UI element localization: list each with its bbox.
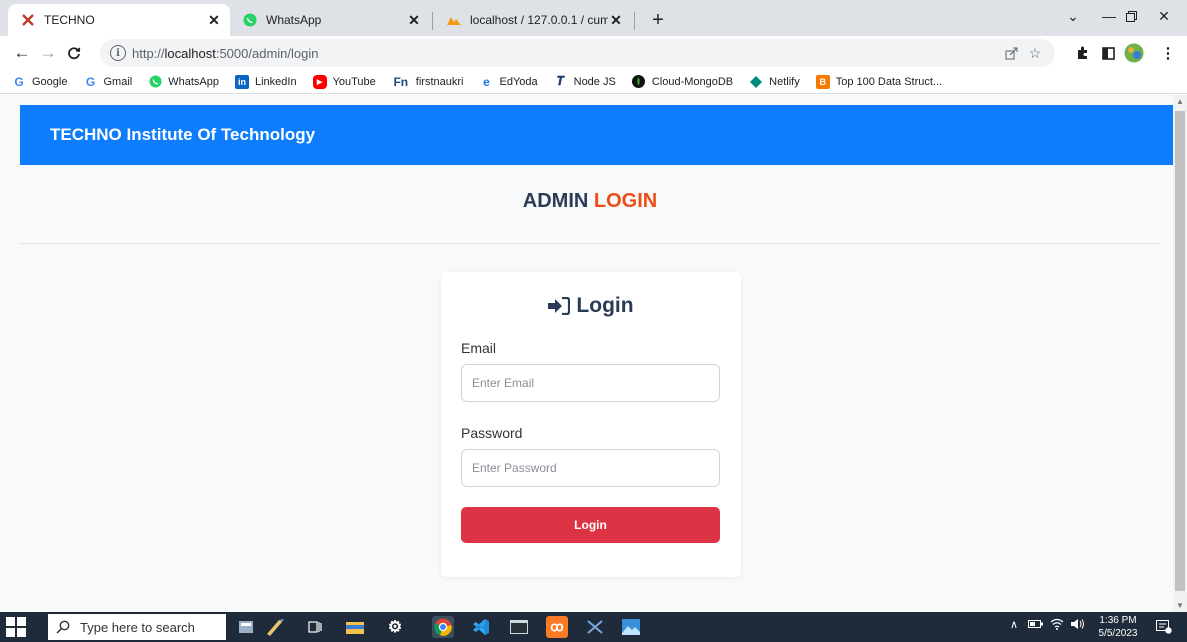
- page-scrollbar[interactable]: ▲ ▼: [1173, 95, 1187, 612]
- password-input[interactable]: [461, 449, 720, 487]
- tab-separator: [432, 12, 433, 30]
- bookmark-top100[interactable]: B Top 100 Data Struct...: [815, 74, 942, 89]
- youtube-icon: ▶: [312, 74, 327, 89]
- extensions-icon[interactable]: [1070, 41, 1094, 65]
- news-widget-icon[interactable]: [238, 616, 260, 638]
- close-tab-icon[interactable]: ✕: [206, 12, 222, 28]
- clock-date: 5/5/2023: [1098, 628, 1138, 639]
- new-tab-button[interactable]: +: [646, 8, 670, 32]
- terminal-icon[interactable]: [508, 616, 530, 638]
- battery-icon[interactable]: [1028, 618, 1044, 633]
- bookmark-mongodb[interactable]: Cloud-MongoDB: [632, 75, 733, 89]
- wifi-icon[interactable]: [1050, 618, 1064, 633]
- tab-techno[interactable]: TECHNO ✕: [8, 4, 230, 36]
- netlify-icon: [749, 75, 763, 89]
- nodejs-icon: 𝑻: [557, 74, 565, 88]
- bookmark-google[interactable]: G Google: [12, 75, 67, 89]
- address-bar[interactable]: i http://localhost:5000/admin/login ☆: [100, 39, 1055, 67]
- phpmyadmin-icon: [446, 12, 462, 28]
- url-host: localhost: [164, 45, 216, 61]
- snipping-tool-icon[interactable]: [584, 616, 606, 638]
- vscode-icon[interactable]: [470, 616, 492, 638]
- menu-kebab-icon[interactable]: ⋮: [1156, 41, 1180, 65]
- edyoda-icon: e: [483, 74, 490, 89]
- firstnaukri-icon: Fn: [393, 74, 409, 89]
- scroll-up-icon[interactable]: ▲: [1176, 97, 1184, 106]
- taskbar-search-placeholder: Type here to search: [80, 619, 195, 635]
- tab-whatsapp[interactable]: WhatsApp ✕: [230, 4, 430, 36]
- site-info-icon[interactable]: i: [110, 45, 126, 61]
- forward-button[interactable]: →: [36, 41, 60, 65]
- search-icon: [56, 620, 70, 634]
- bookmark-linkedin[interactable]: in LinkedIn: [234, 74, 297, 89]
- heading-divider: [20, 243, 1160, 244]
- login-card: Login Email Password Login: [441, 272, 741, 577]
- side-panel-icon[interactable]: [1096, 41, 1120, 65]
- whatsapp-icon: [242, 12, 258, 28]
- bookmarks-bar: G Google G Gmail WhatsApp in LinkedIn ▶ YouT…: [0, 70, 1187, 94]
- page-title-part2: LOGIN: [593, 190, 658, 212]
- close-tab-icon[interactable]: ✕: [608, 12, 624, 28]
- site-header: TECHNO Institute Of Technology: [20, 105, 1173, 165]
- settings-gear-icon[interactable]: ⚙: [384, 616, 406, 638]
- xampp-icon[interactable]: ꝏ: [546, 616, 568, 638]
- profile-avatar[interactable]: [1122, 41, 1146, 65]
- page-title: ADMIN LOGIN: [20, 190, 1160, 213]
- clock-time: 1:36 PM: [1099, 615, 1137, 626]
- browser-toolbar: ← → i http://localhost:5000/admin/login …: [0, 36, 1187, 70]
- email-label: Email: [461, 340, 497, 356]
- mongodb-icon: [632, 75, 646, 89]
- taskbar-clock[interactable]: 1:36 PM 5/5/2023: [1093, 614, 1143, 640]
- tab-title: localhost / 127.0.0.1 / cumsdbms: [470, 13, 608, 27]
- browser-tab-strip: TECHNO ✕ WhatsApp ✕ localhost / 127.0.0.…: [0, 0, 1187, 36]
- bookmark-whatsapp[interactable]: WhatsApp: [148, 75, 219, 89]
- bookmark-netlify[interactable]: Netlify: [749, 75, 800, 89]
- bookmark-youtube[interactable]: ▶ YouTube: [312, 74, 376, 89]
- reload-button[interactable]: [62, 41, 86, 65]
- taskbar-search[interactable]: Type here to search: [48, 614, 226, 640]
- bookmark-star-icon[interactable]: ☆: [1024, 42, 1046, 64]
- scroll-down-icon[interactable]: ▼: [1176, 601, 1184, 610]
- password-label: Password: [461, 425, 523, 441]
- windows-start-icon[interactable]: [6, 617, 26, 637]
- bookmark-edyoda[interactable]: e EdYoda: [479, 75, 537, 89]
- chrome-icon[interactable]: [432, 616, 454, 638]
- bookmark-firstnaukri[interactable]: Fn firstnaukri: [392, 74, 463, 89]
- tray-chevron-icon[interactable]: ∧: [1010, 618, 1018, 631]
- site-brand[interactable]: TECHNO Institute Of Technology: [50, 125, 315, 145]
- notification-icon[interactable]: [1155, 618, 1173, 636]
- login-button[interactable]: Login: [461, 507, 720, 543]
- tab-title: WhatsApp: [266, 13, 322, 27]
- page-title-part1: ADMIN: [522, 190, 589, 212]
- google-icon: G: [85, 74, 96, 89]
- windows-taskbar: Type here to search ⚙ ꝏ ∧ 1:36 PM 5/5/20…: [0, 612, 1187, 642]
- photos-icon[interactable]: [620, 616, 642, 638]
- close-window-button[interactable]: ✕: [1144, 0, 1184, 32]
- paint-icon[interactable]: [264, 616, 286, 638]
- scrollbar-thumb[interactable]: [1175, 111, 1185, 591]
- task-view-icon[interactable]: [304, 616, 326, 638]
- file-explorer-icon[interactable]: [344, 616, 366, 638]
- linkedin-icon: in: [234, 74, 249, 89]
- tab-title: TECHNO: [44, 13, 95, 27]
- login-card-title: Login: [441, 294, 741, 318]
- url-protocol: http://: [132, 45, 165, 61]
- volume-icon[interactable]: [1070, 618, 1086, 633]
- tab-separator: [634, 12, 635, 30]
- page-viewport: TECHNO Institute Of Technology ADMIN LOG…: [0, 95, 1173, 612]
- url-path: :5000/admin/login: [215, 45, 319, 61]
- sign-in-icon: [548, 297, 571, 315]
- close-tab-icon[interactable]: ✕: [406, 12, 422, 28]
- login-title-text: Login: [576, 294, 634, 317]
- techno-favicon-icon: [20, 12, 36, 28]
- tab-phpmyadmin[interactable]: localhost / 127.0.0.1 / cumsdbms ✕: [434, 4, 632, 36]
- back-button[interactable]: ←: [10, 41, 34, 65]
- share-icon[interactable]: [1000, 42, 1022, 64]
- google-icon: G: [14, 74, 24, 89]
- whatsapp-icon: [148, 75, 162, 89]
- bookmark-gmail[interactable]: G Gmail: [83, 75, 132, 89]
- blogger-icon: B: [815, 74, 830, 89]
- bookmark-nodejs[interactable]: 𝑻 Node JS: [554, 74, 616, 89]
- email-input[interactable]: [461, 364, 720, 402]
